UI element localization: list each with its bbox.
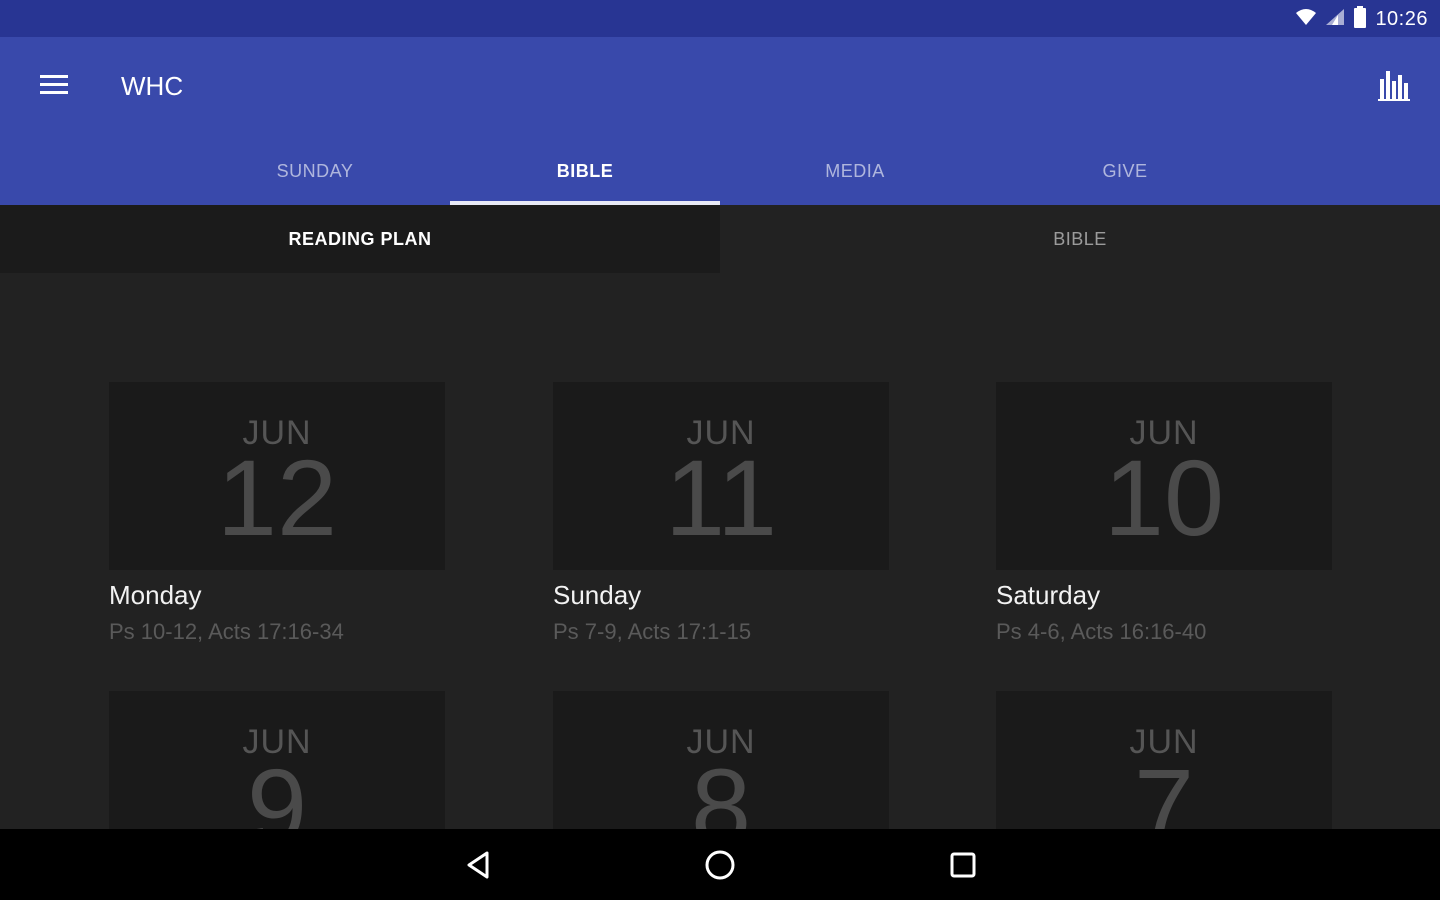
- wifi-icon: [1295, 8, 1317, 31]
- app-title: WHC: [121, 71, 184, 101]
- date-tile: JUN 11: [553, 382, 889, 570]
- card-reading: Ps 4-6, Acts 16:16-40: [996, 619, 1207, 644]
- date-tile: JUN 12: [109, 382, 445, 570]
- date-day: 9: [246, 746, 308, 830]
- recents-icon[interactable]: [941, 843, 985, 887]
- card-weekday: Sunday: [553, 580, 642, 610]
- date-tile: JUN 8: [553, 691, 889, 829]
- tab-sunday[interactable]: SUNDAY: [180, 137, 450, 205]
- home-icon[interactable]: [698, 843, 742, 887]
- app-bar: WHC SUNDAY BIBLE MEDIA GIVE: [0, 37, 1440, 205]
- card-weekday: Saturday: [996, 580, 1101, 610]
- reading-card[interactable]: JUN 9: [109, 691, 445, 829]
- signal-icon: [1325, 8, 1345, 31]
- date-day: 11: [664, 437, 778, 558]
- status-bar: 10:26: [0, 0, 1440, 37]
- menu-icon[interactable]: [30, 65, 78, 105]
- reading-card[interactable]: JUN 12 Monday Ps 10-12, Acts 17:16-34: [109, 382, 445, 645]
- tab-bible[interactable]: BIBLE: [450, 137, 720, 205]
- date-day: 8: [690, 746, 752, 830]
- reading-card[interactable]: JUN 8: [553, 691, 889, 829]
- tab-give[interactable]: GIVE: [990, 137, 1260, 205]
- date-day: 7: [1133, 746, 1195, 830]
- sub-tabs: READING PLAN BIBLE: [0, 205, 1440, 273]
- reading-card[interactable]: JUN 11 Sunday Ps 7-9, Acts 17:1-15: [553, 382, 889, 645]
- date-day: 12: [216, 437, 338, 558]
- system-nav-bar: [0, 829, 1440, 900]
- card-weekday: Monday: [109, 580, 202, 610]
- date-day: 10: [1103, 437, 1225, 558]
- card-reading: Ps 10-12, Acts 17:16-34: [109, 619, 344, 644]
- main-tabs: SUNDAY BIBLE MEDIA GIVE: [180, 137, 1260, 205]
- date-tile: JUN 10: [996, 382, 1332, 570]
- subtab-bible[interactable]: BIBLE: [720, 205, 1440, 273]
- date-tile: JUN 7: [996, 691, 1332, 829]
- status-icons: 10:26: [1295, 5, 1428, 33]
- tab-media[interactable]: MEDIA: [720, 137, 990, 205]
- date-tile: JUN 9: [109, 691, 445, 829]
- reading-plan-grid: JUN 12 Monday Ps 10-12, Acts 17:16-34 JU…: [0, 273, 1440, 829]
- status-time: 10:26: [1375, 7, 1428, 30]
- battery-icon: [1353, 5, 1367, 33]
- reading-card[interactable]: JUN 10 Saturday Ps 4-6, Acts 16:16-40: [996, 382, 1332, 645]
- reading-card[interactable]: JUN 7: [996, 691, 1332, 829]
- back-icon[interactable]: [456, 843, 500, 887]
- subtab-reading-plan[interactable]: READING PLAN: [0, 205, 720, 273]
- equalizer-icon[interactable]: [1374, 65, 1414, 105]
- card-reading: Ps 7-9, Acts 17:1-15: [553, 619, 752, 644]
